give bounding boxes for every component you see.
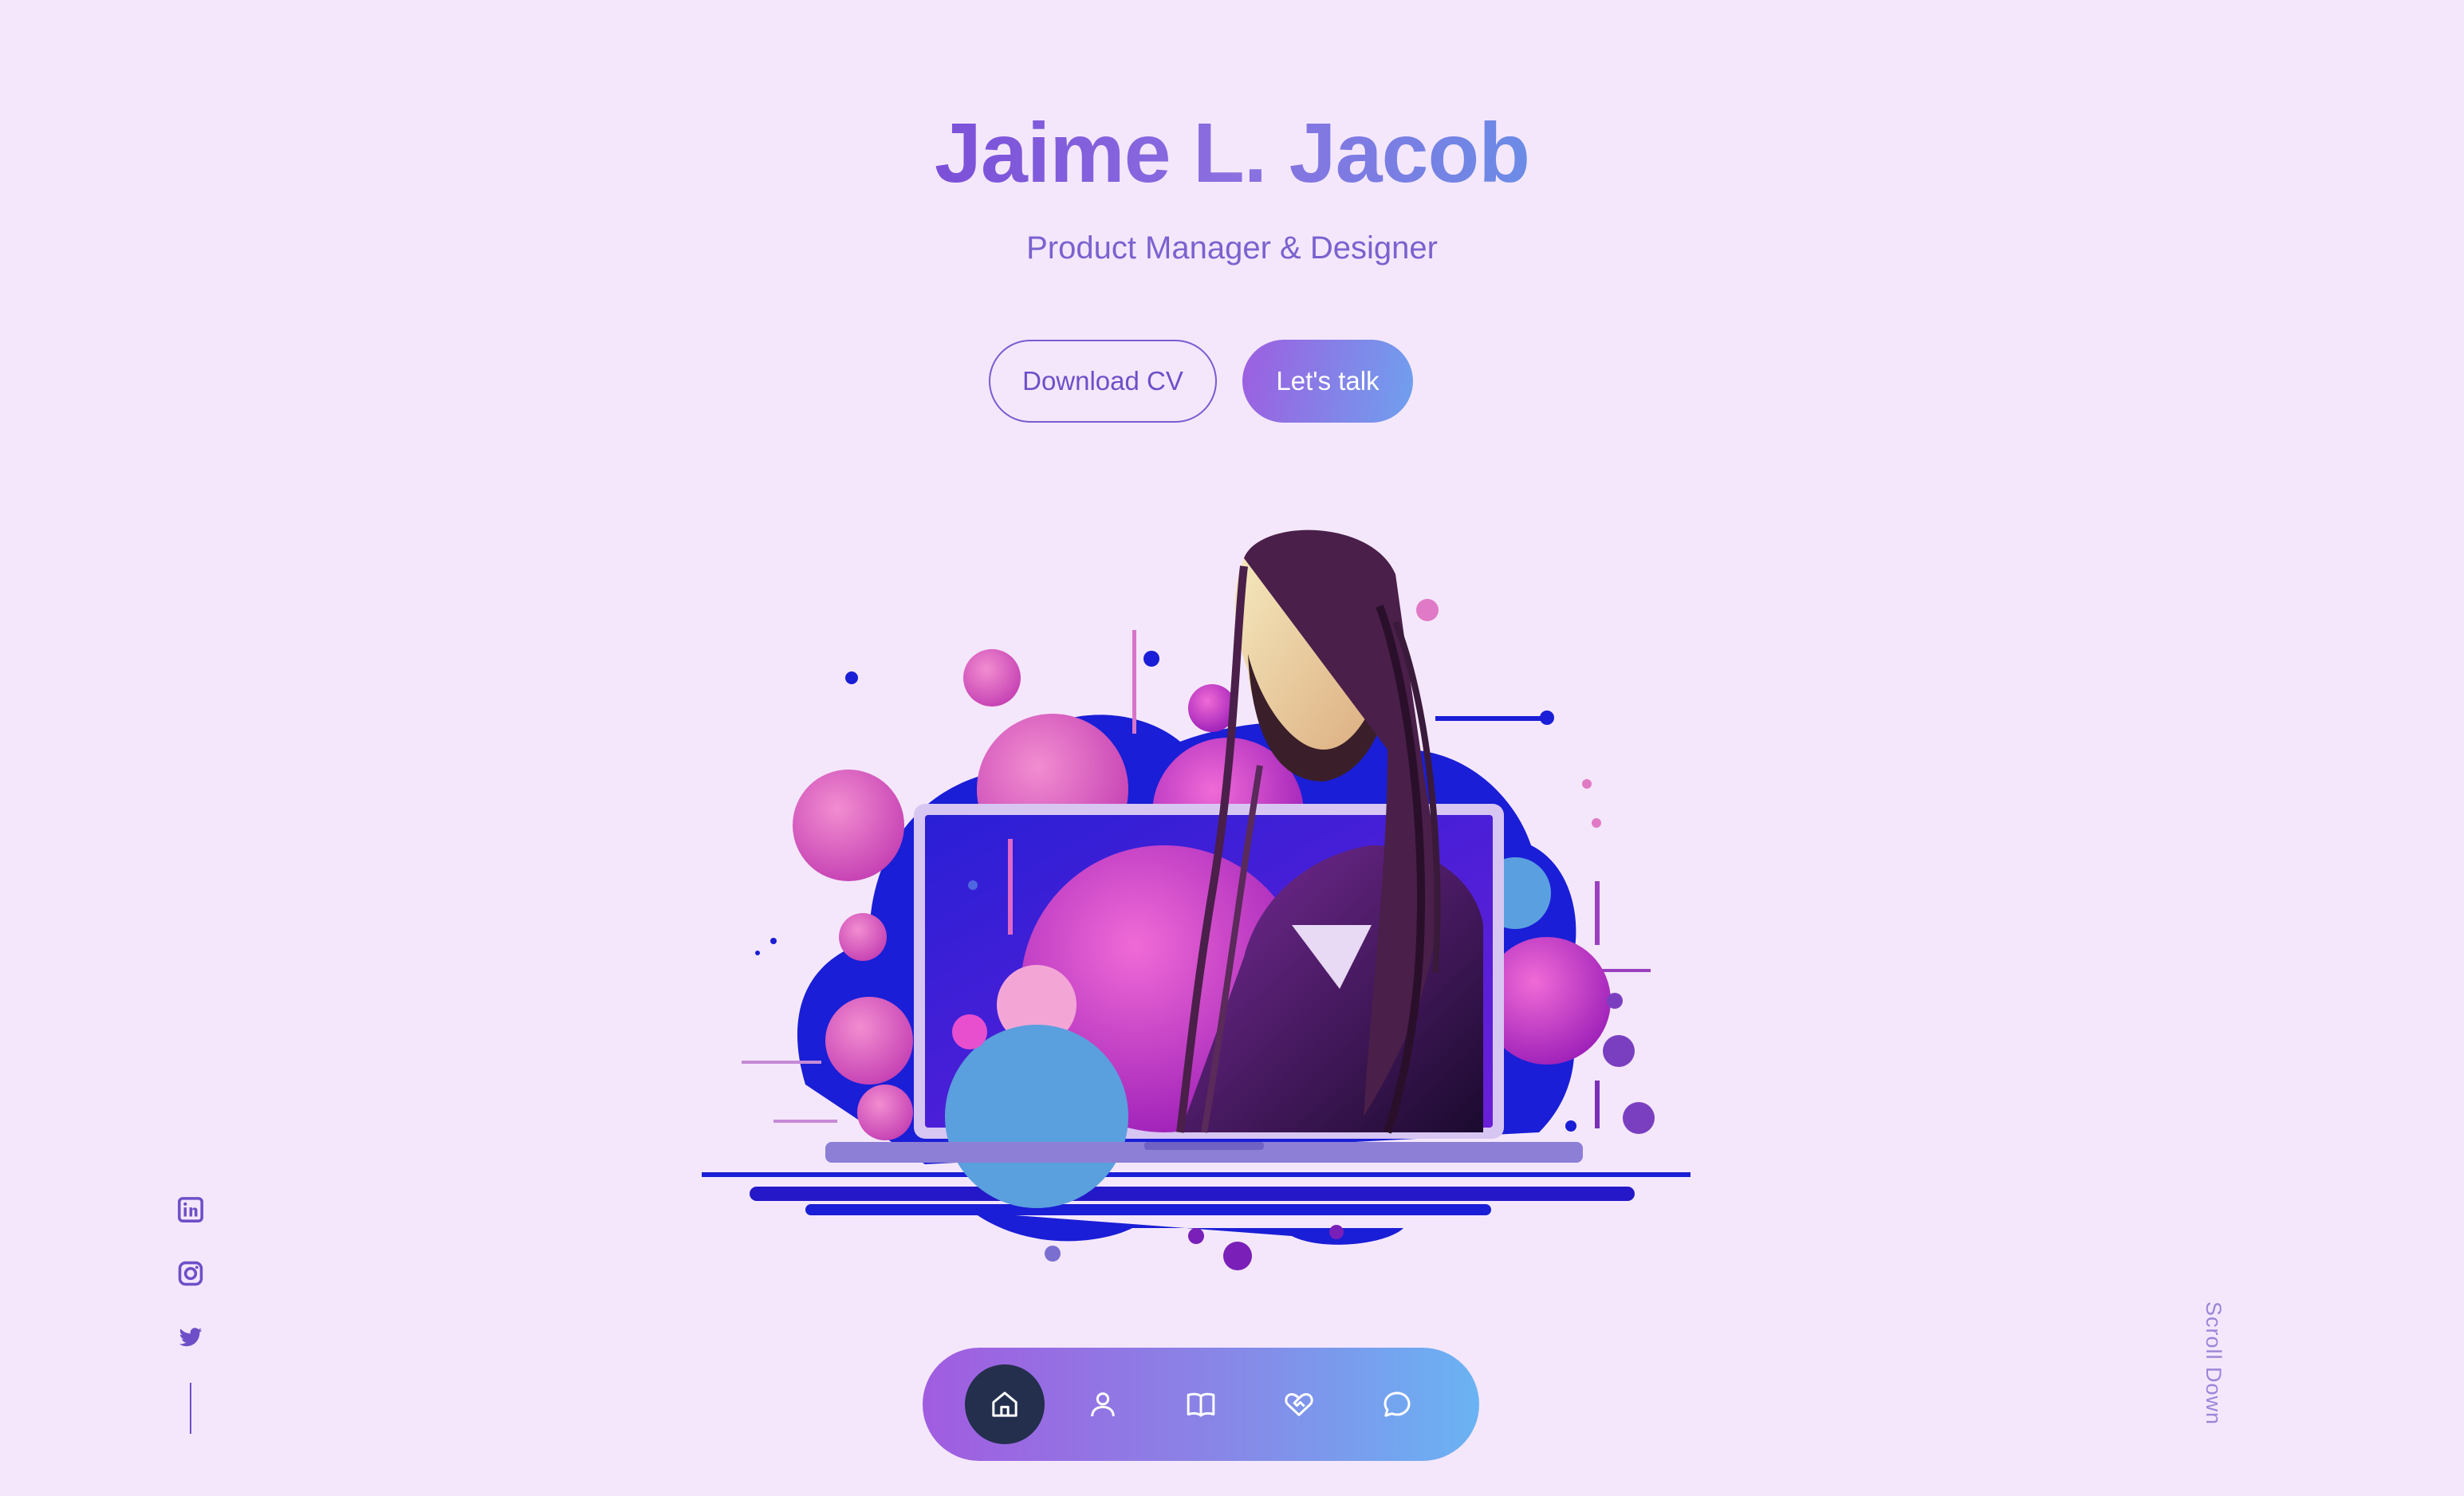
nav-resume[interactable] bbox=[1161, 1364, 1241, 1444]
heart-handshake-icon bbox=[1285, 1393, 1313, 1416]
hero-illustration bbox=[686, 510, 1706, 1292]
nav-home[interactable] bbox=[965, 1364, 1045, 1444]
instagram-icon[interactable] bbox=[177, 1260, 204, 1287]
chat-icon bbox=[1384, 1392, 1411, 1417]
job-subtitle: Product Manager & Designer bbox=[1026, 230, 1438, 266]
nav-contact[interactable] bbox=[1357, 1364, 1437, 1444]
twitter-icon[interactable] bbox=[177, 1324, 204, 1351]
linkedin-icon[interactable] bbox=[177, 1196, 204, 1223]
home-icon bbox=[992, 1392, 1017, 1417]
bottom-nav bbox=[923, 1348, 1479, 1461]
scroll-down-link[interactable]: Scroll Down bbox=[2201, 1301, 2226, 1425]
user-icon bbox=[1091, 1392, 1115, 1417]
lets-talk-button[interactable]: Let's talk bbox=[1242, 340, 1413, 423]
nav-about[interactable] bbox=[1063, 1364, 1143, 1444]
download-cv-button[interactable]: Download CV bbox=[989, 340, 1217, 423]
social-divider-line bbox=[190, 1383, 191, 1434]
nav-services[interactable] bbox=[1259, 1364, 1339, 1444]
page-title: Jaime L. Jacob bbox=[929, 97, 1535, 209]
book-icon bbox=[1187, 1392, 1215, 1417]
